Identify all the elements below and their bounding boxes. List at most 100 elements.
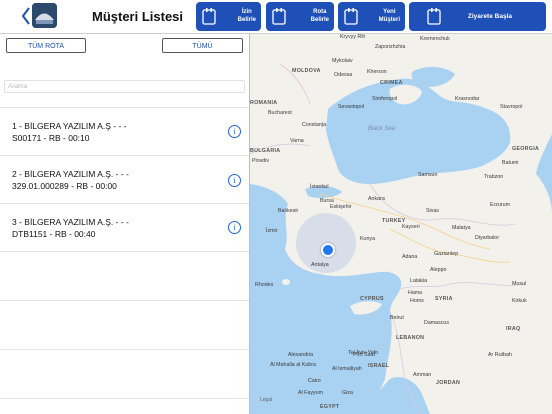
rota-belirle-label: Rota Belirle <box>310 9 329 23</box>
customer-name: 1 - BİLGERA YAZILIM A.Ş - - - <box>12 121 127 131</box>
map-legal-link[interactable]: Legal <box>260 397 272 403</box>
info-icon[interactable]: i <box>228 125 241 138</box>
map-label: Eskişehir <box>330 204 352 210</box>
calendar-icon <box>202 8 216 25</box>
map-label: GEORGIA <box>512 146 540 152</box>
map-label: LEBANON <box>396 335 425 341</box>
top-bar: Müşteri Listesi İzin Belirle Rota Belirl… <box>0 0 552 34</box>
yeni-musteri-label: Yeni Müşteri <box>378 9 400 23</box>
all-button[interactable]: TÜMÜ <box>162 38 243 53</box>
all-route-button[interactable]: TÜM ROTA <box>6 38 86 53</box>
map-label: Plovdiv <box>252 158 270 164</box>
map-label: Batumi <box>502 160 519 166</box>
map-label: Kryvyy Rih <box>340 34 366 40</box>
map-label: Constanța <box>302 122 327 128</box>
map-label: Beirut <box>390 315 404 321</box>
map-label: Ankara <box>368 196 385 202</box>
customer-detail: 329.01.000289 - RB - 00:00 <box>12 181 117 191</box>
info-icon[interactable]: i <box>228 174 241 187</box>
map-label: Sevastopol <box>338 104 365 110</box>
map-label: Kayseri <box>402 224 420 230</box>
map-label: Al Ismailiyah <box>332 366 362 372</box>
ziyarete-basla-button[interactable]: Ziyarete Başla <box>409 2 546 31</box>
map-label: Alexandria <box>288 352 314 358</box>
map-label: Konya <box>360 236 376 242</box>
customer-row[interactable]: 1 - BİLGERA YAZILIM A.Ş - - - S00171 - R… <box>0 107 249 156</box>
map-label: JORDAN <box>436 380 461 386</box>
izin-belirle-label: İzin Belirle <box>237 9 256 23</box>
info-icon[interactable]: i <box>228 221 241 234</box>
list-divider <box>0 398 249 399</box>
map-label: Zaporizhzhia <box>375 44 406 50</box>
customer-detail: DTB1151 - RB - 00:40 <box>12 229 96 239</box>
customer-row[interactable]: 3 - BİLGERA YAZILIM A.Ş. - - - DTB1151 -… <box>0 203 249 252</box>
map-label: Black Sea <box>368 126 396 132</box>
map-label: İstanbul <box>310 184 329 190</box>
map-label: Mykolaiv <box>332 58 353 64</box>
customer-list-panel: TÜM ROTA TÜMÜ 1 - BİLGERA YAZILIM A.Ş - … <box>0 34 250 414</box>
map-label: Balıkesir <box>278 208 299 214</box>
map-label: Kherson <box>367 69 387 75</box>
map-label: Antalya <box>311 262 329 268</box>
current-location-dot[interactable] <box>321 243 335 257</box>
customer-row[interactable]: 2 - BİLGERA YAZILIM A.Ş. - - - 329.01.00… <box>0 155 249 204</box>
map-label: Diyarbakır <box>475 235 500 241</box>
back-chevron-icon[interactable] <box>20 5 32 27</box>
map-label: Homs <box>410 298 424 304</box>
map-label: Odessa <box>334 72 353 78</box>
map-label: Kirkuk <box>512 298 527 304</box>
map-label: Aleppo <box>430 267 447 273</box>
map-label: Bucharest <box>268 110 292 116</box>
map-label: İzmir <box>266 228 278 234</box>
map-label: Samsun <box>418 172 438 178</box>
rota-belirle-button[interactable]: Rota Belirle <box>266 2 334 31</box>
calendar-icon <box>272 8 286 25</box>
map-label: Sivas <box>426 208 439 214</box>
map-label: Mosul <box>512 281 527 287</box>
calendar-icon <box>344 8 358 25</box>
map-view[interactable]: Kryvyy Rih Kremenchuk Zaporizhzhia Mykol… <box>250 34 552 414</box>
map-label: Hama <box>408 290 423 296</box>
map-label: MOLDOVA <box>292 68 321 74</box>
map-label: Adana <box>402 254 418 260</box>
list-divider <box>0 251 249 252</box>
map-label: Cairo <box>308 378 321 384</box>
map-label: SYRIA <box>435 296 453 302</box>
map-label: EGYPT <box>320 404 340 410</box>
map-label: Varna <box>290 138 304 144</box>
map-label: Giza <box>342 390 353 396</box>
customer-detail: S00171 - RB - 00:10 <box>12 133 90 143</box>
map-label: BULGARIA <box>250 148 281 154</box>
map-label: Stavropol <box>500 104 523 110</box>
map-label: Kremenchuk <box>420 36 450 42</box>
map-label: Al Mahalla al Kubra <box>270 362 316 368</box>
ziyarete-basla-label: Ziyarete Başla <box>467 13 512 20</box>
izin-belirle-button[interactable]: İzin Belirle <box>196 2 261 31</box>
list-divider <box>0 349 249 350</box>
page-title: Müşteri Listesi <box>92 9 184 24</box>
map-label: CYPRUS <box>360 296 384 302</box>
map-label: Krasnodar <box>455 96 480 102</box>
map-label: CRIMEA <box>380 80 403 86</box>
search-input[interactable] <box>4 80 245 93</box>
map-label: Erzurum <box>490 202 511 208</box>
map-label: Ar Rutbah <box>488 352 512 358</box>
map-label: Damascus <box>424 320 450 326</box>
customer-name: 3 - BİLGERA YAZILIM A.Ş. - - - <box>12 217 129 227</box>
map-label: Malatya <box>452 225 471 231</box>
map-label: IRAQ <box>506 326 521 332</box>
map-label: Gaziantep <box>434 251 459 257</box>
yeni-musteri-button[interactable]: Yeni Müşteri <box>338 2 405 31</box>
map-label: Latakia <box>410 278 428 284</box>
app-logo <box>32 3 57 28</box>
calendar-icon <box>427 8 441 25</box>
map-label: Simferopol <box>372 96 398 102</box>
map-label: Al Fayyum <box>298 390 324 396</box>
customer-name: 2 - BİLGERA YAZILIM A.Ş. - - - <box>12 169 129 179</box>
map-label: Rhodes <box>255 282 274 288</box>
map-label: Amman <box>413 372 432 378</box>
list-divider <box>0 300 249 301</box>
map-label: Trabzon <box>484 174 504 180</box>
map-label: Port Said <box>353 352 375 358</box>
map-label: ROMANIA <box>250 100 278 106</box>
